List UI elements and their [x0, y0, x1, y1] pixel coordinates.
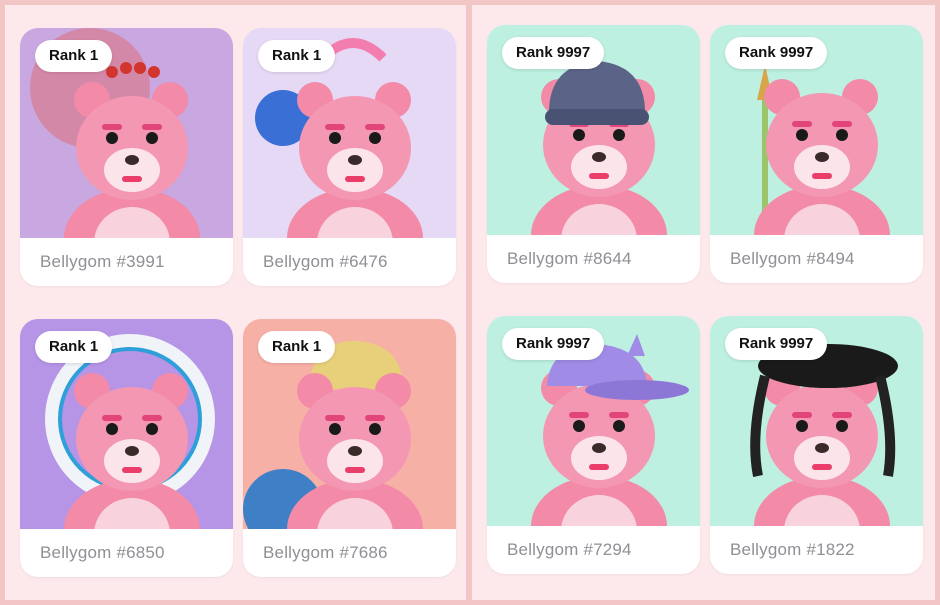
- nft-name: Bellygom #8494: [730, 249, 855, 268]
- rank-badge: Rank 9997: [725, 37, 828, 69]
- nft-name: Bellygom #6850: [40, 543, 165, 562]
- rank-badge: Rank 9997: [502, 328, 605, 360]
- nft-name: Bellygom #7294: [507, 540, 632, 559]
- nft-card[interactable]: Rank 9997 Bellygom #1822: [710, 316, 923, 574]
- nft-card[interactable]: Rank 1 Bellygom #3991: [20, 28, 233, 286]
- rank-badge: Rank 1: [258, 331, 336, 363]
- nft-card[interactable]: Rank 9997 Bellygom #7294: [487, 316, 700, 574]
- rank-badge: Rank 9997: [725, 328, 828, 360]
- nft-card[interactable]: Rank 9997 Bellygom #8644: [487, 25, 700, 283]
- rank-9997-panel: Rank 9997 Bellygom #8644 Rank 9997 Bellygo…: [472, 5, 935, 600]
- nft-card[interactable]: Rank 1 Bellygom #6476: [243, 28, 456, 286]
- rank-badge: Rank 1: [258, 40, 336, 72]
- rank-badge: Rank 9997: [502, 37, 605, 69]
- nft-name: Bellygom #1822: [730, 540, 855, 559]
- rank-badge: Rank 1: [35, 40, 113, 72]
- nft-name: Bellygom #6476: [263, 252, 388, 271]
- nft-name: Bellygom #8644: [507, 249, 632, 268]
- nft-name: Bellygom #3991: [40, 252, 165, 271]
- nft-name: Bellygom #7686: [263, 543, 388, 562]
- gallery-frame: Rank 1 Bellygom #3991 Rank 1 Bellygom #647…: [0, 0, 940, 605]
- nft-card[interactable]: Rank 1 Bellygom #6850: [20, 319, 233, 577]
- rank-1-panel: Rank 1 Bellygom #3991 Rank 1 Bellygom #647…: [5, 5, 466, 600]
- nft-card[interactable]: Rank 1 Bellygom #7686: [243, 319, 456, 577]
- nft-card[interactable]: Rank 9997 Bellygom #8494: [710, 25, 923, 283]
- rank-badge: Rank 1: [35, 331, 113, 363]
